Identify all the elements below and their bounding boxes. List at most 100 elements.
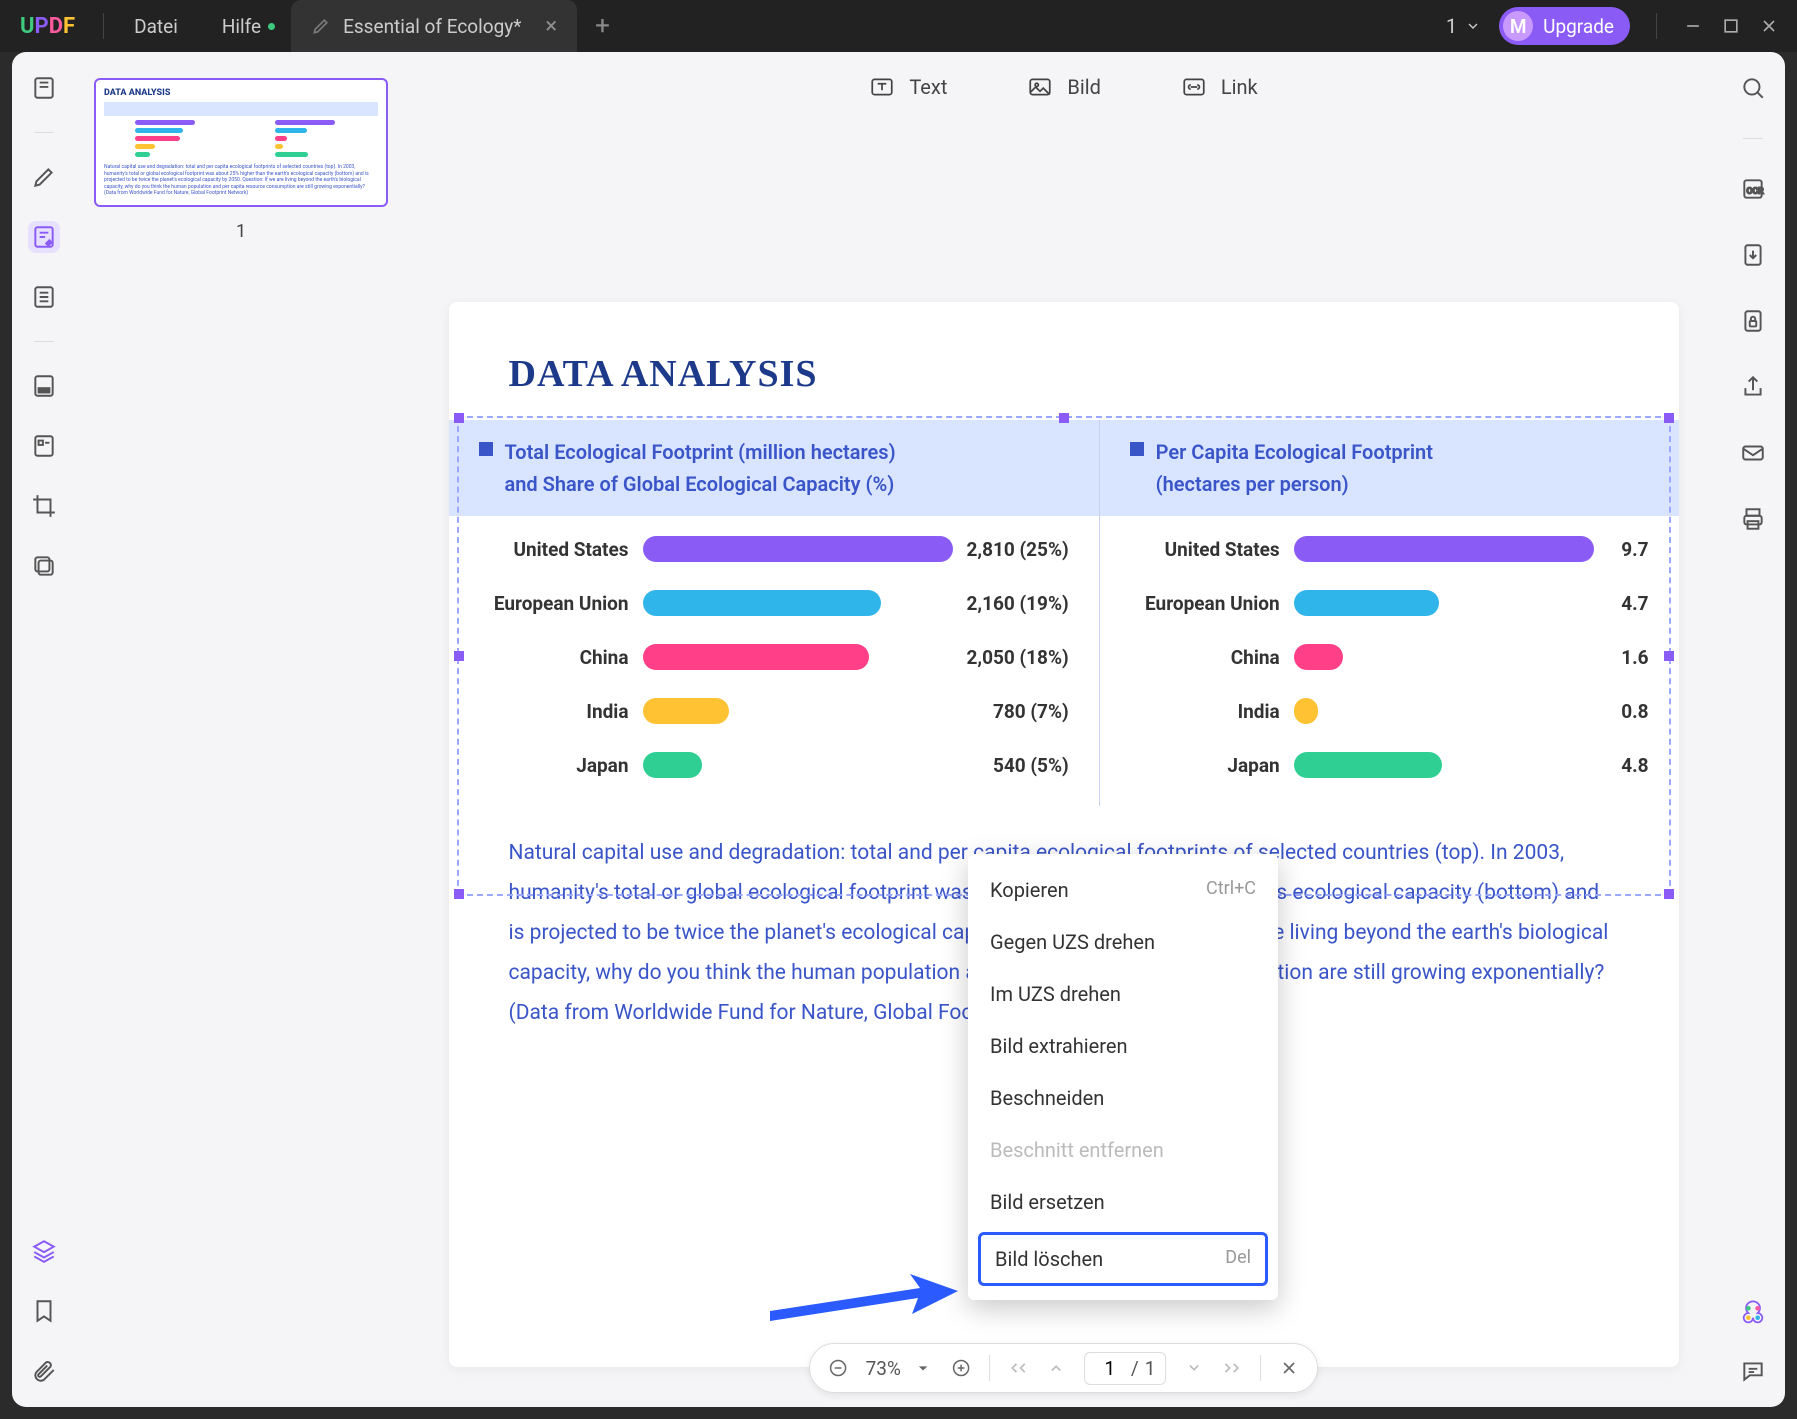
ctx-extract[interactable]: Bild extrahieren xyxy=(968,1020,1278,1072)
annotation-arrow-icon xyxy=(760,1266,960,1326)
tool-batch[interactable] xyxy=(28,550,60,582)
menu-file[interactable]: Datei xyxy=(112,15,200,38)
edit-image-button[interactable]: Bild xyxy=(1027,74,1100,100)
page-sep: / xyxy=(1131,1357,1139,1380)
chart-bar xyxy=(643,698,729,724)
legend-square-icon xyxy=(1130,442,1144,456)
chart-category: India xyxy=(479,700,629,723)
divider xyxy=(34,341,54,342)
tool-organize[interactable] xyxy=(28,281,60,313)
tool-reader[interactable] xyxy=(28,72,60,104)
tool-protect[interactable] xyxy=(1737,305,1769,337)
edit-link-label: Link xyxy=(1221,75,1258,99)
tool-bookmark[interactable] xyxy=(28,1295,60,1327)
page-thumbnail[interactable]: DATA ANALYSIS xyxy=(94,78,388,207)
chart-row: United States9.7 xyxy=(1130,536,1649,562)
chart-category: China xyxy=(1130,646,1280,669)
chart-value: 780 (7%) xyxy=(993,700,1069,723)
ctx-delete[interactable]: Bild löschenDel xyxy=(978,1232,1268,1286)
ctx-remove-crop-label: Beschnitt entfernen xyxy=(990,1138,1164,1162)
tool-ocr[interactable]: OCR xyxy=(1737,173,1769,205)
chart-bar xyxy=(1294,752,1442,778)
last-page-icon[interactable] xyxy=(1222,1358,1242,1378)
divider xyxy=(34,132,54,133)
tool-comment[interactable] xyxy=(1737,1355,1769,1387)
page-total: 1 xyxy=(1145,1357,1156,1380)
tool-crop[interactable] xyxy=(28,490,60,522)
tool-edit[interactable] xyxy=(28,221,60,253)
chart-value: 2,050 (18%) xyxy=(967,646,1069,669)
ctx-extract-label: Bild extrahieren xyxy=(990,1034,1128,1058)
document-tab[interactable]: Essential of Ecology* × xyxy=(291,0,577,52)
ctx-copy[interactable]: KopierenCtrl+C xyxy=(968,864,1278,916)
chart-bar xyxy=(1294,644,1343,670)
tab-close-icon[interactable]: × xyxy=(545,14,557,39)
chart-row: India 780 (7%) xyxy=(479,698,1069,724)
left-toolbar xyxy=(12,52,76,1407)
edit-text-label: Text xyxy=(909,75,947,99)
tool-search[interactable] xyxy=(1737,72,1769,104)
tool-email[interactable] xyxy=(1737,437,1769,469)
menu-help[interactable]: Hilfe xyxy=(200,15,283,38)
legend-right-line1: Per Capita Ecological Footprint xyxy=(1156,440,1433,464)
updf-ai-icon[interactable] xyxy=(1739,1299,1767,1327)
minimize-icon[interactable] xyxy=(1683,16,1703,36)
new-tab-button[interactable]: + xyxy=(595,11,610,41)
chart-left-header: Total Ecological Footprint (million hect… xyxy=(449,420,1099,516)
chart-row: China 2,050 (18%) xyxy=(479,644,1069,670)
tool-annotate[interactable] xyxy=(28,161,60,193)
zoom-in-icon[interactable] xyxy=(951,1358,971,1378)
tab-title: Essential of Ecology* xyxy=(343,15,521,38)
workspace: DATA ANALYSIS xyxy=(12,52,1785,1407)
page-indicator-value: 1 xyxy=(1446,14,1457,38)
first-page-icon[interactable] xyxy=(1008,1358,1028,1378)
close-window-icon[interactable] xyxy=(1759,16,1779,36)
thumbnail-page-number: 1 xyxy=(94,221,388,242)
chart-category: European Union xyxy=(1130,592,1280,615)
tool-redact[interactable] xyxy=(28,370,60,402)
tool-layers[interactable] xyxy=(28,1235,60,1267)
tool-print[interactable] xyxy=(1737,503,1769,535)
upgrade-label: Upgrade xyxy=(1543,15,1614,38)
avatar: M xyxy=(1503,11,1533,41)
chart-row: European Union2,160 (19%) xyxy=(479,590,1069,616)
divider xyxy=(1743,138,1763,139)
ctx-replace[interactable]: Bild ersetzen xyxy=(968,1176,1278,1228)
zoom-dropdown[interactable]: 73% xyxy=(866,1357,933,1380)
chart-category: Japan xyxy=(1130,754,1280,777)
chart-bar xyxy=(1294,698,1319,724)
divider xyxy=(103,13,104,39)
ctx-crop[interactable]: Beschneiden xyxy=(968,1072,1278,1124)
chart-bar xyxy=(1294,590,1439,616)
page-current-input[interactable] xyxy=(1095,1357,1125,1380)
chart-row: Japan4.8 xyxy=(1130,752,1649,778)
edit-text-button[interactable]: Text xyxy=(869,74,947,100)
ctx-rotate-cw[interactable]: Im UZS drehen xyxy=(968,968,1278,1020)
titlebar: UPDF Datei Hilfe Essential of Ecology* ×… xyxy=(0,0,1797,52)
chart-category: China xyxy=(479,646,629,669)
page-indicator[interactable]: 1 xyxy=(1446,14,1481,38)
upgrade-button[interactable]: M Upgrade xyxy=(1499,7,1630,45)
chart-row: United States2,810 (25%) xyxy=(479,536,1069,562)
chart-right: Per Capita Ecological Footprint(hectares… xyxy=(1100,420,1679,806)
ctx-rotate-cw-label: Im UZS drehen xyxy=(990,982,1121,1006)
tool-forms[interactable] xyxy=(28,430,60,462)
close-pager-icon[interactable] xyxy=(1279,1358,1299,1378)
maximize-icon[interactable] xyxy=(1721,16,1741,36)
edit-toolbar: Text Bild Link xyxy=(406,52,1721,122)
tool-share[interactable] xyxy=(1737,371,1769,403)
chart-row: European Union4.7 xyxy=(1130,590,1649,616)
edit-link-button[interactable]: Link xyxy=(1181,74,1258,100)
tool-attachment[interactable] xyxy=(28,1355,60,1387)
notification-dot-icon xyxy=(268,23,275,30)
ctx-copy-label: Kopieren xyxy=(990,878,1069,902)
right-toolbar: OCR xyxy=(1721,52,1785,1407)
chart-value: 9.7 xyxy=(1621,538,1648,561)
tool-convert[interactable] xyxy=(1737,239,1769,271)
prev-page-icon[interactable] xyxy=(1046,1358,1066,1378)
ctx-rotate-ccw[interactable]: Gegen UZS drehen xyxy=(968,916,1278,968)
ctx-remove-crop: Beschnitt entfernen xyxy=(968,1124,1278,1176)
chart-value: 1.6 xyxy=(1621,646,1648,669)
next-page-icon[interactable] xyxy=(1184,1358,1204,1378)
zoom-out-icon[interactable] xyxy=(828,1358,848,1378)
